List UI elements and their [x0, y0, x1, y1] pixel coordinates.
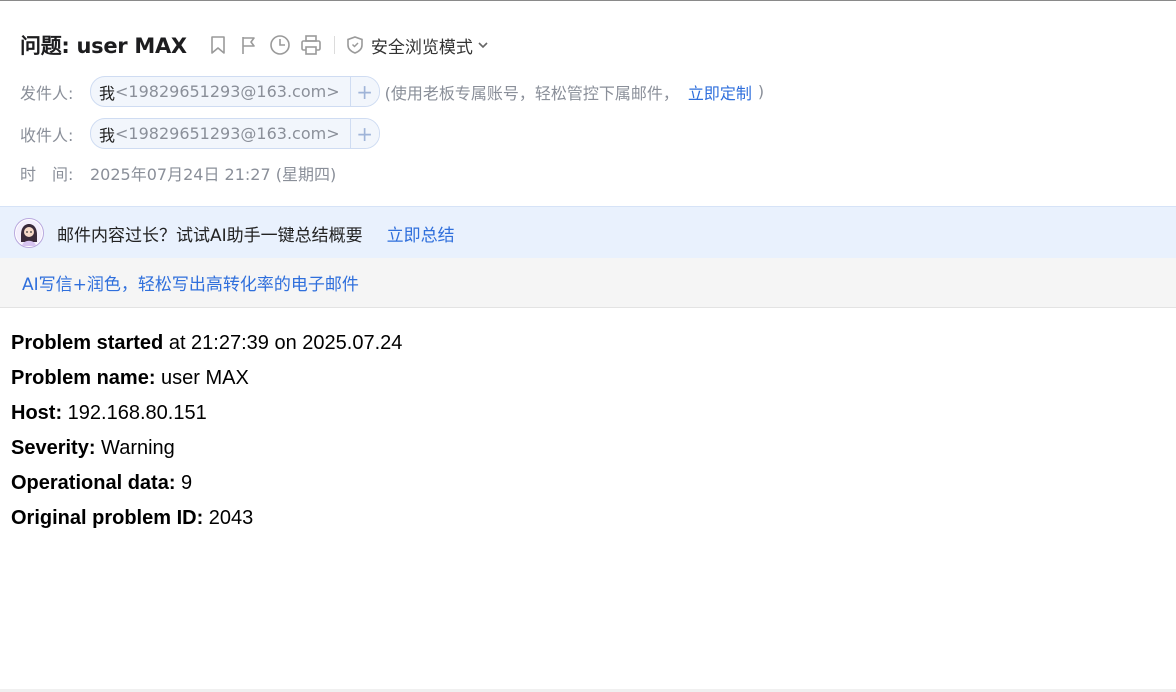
ai-writer-bar: AI写信+润色，轻松写出高转化率的电子邮件	[0, 258, 1176, 308]
clock-icon[interactable]	[269, 34, 291, 56]
sender-chip: 我 <19829651293@163.com> +	[90, 76, 380, 107]
body-line-problem-name: Problem name: user MAX	[11, 363, 402, 398]
subject-row: 问题: user MAX 安全浏览模式	[20, 29, 489, 61]
sender-address: <19829651293@163.com>	[115, 82, 340, 101]
ai-summary-prompt: 邮件内容过长？试试AI助手一键总结概要	[57, 225, 363, 246]
promo-close-paren: )	[757, 82, 765, 101]
field-value: user MAX	[155, 367, 249, 389]
print-icon[interactable]	[300, 34, 322, 56]
field-value: 192.168.80.151	[62, 402, 207, 424]
safe-browse-mode-dropdown[interactable]: 安全浏览模式	[345, 33, 489, 58]
ai-writer-link[interactable]: AI写信+润色，轻松写出高转化率的电子邮件	[22, 270, 359, 295]
field-label: Severity:	[11, 437, 96, 459]
field-label: Problem started	[11, 332, 164, 354]
boss-account-promo: (使用老板专属账号，轻松管控下属邮件，	[384, 83, 679, 103]
ai-assistant-avatar-icon	[14, 218, 44, 248]
toolbar-divider	[333, 36, 335, 54]
shield-icon	[345, 35, 365, 55]
recipient-row: 收件人: 我 <19829651293@163.com> +	[20, 118, 380, 149]
mail-subject: 问题: user MAX	[20, 30, 187, 60]
field-label: Operational data:	[11, 472, 176, 494]
customize-now-link[interactable]: 立即定制	[688, 80, 752, 104]
mail-header: 问题: user MAX 安全浏览模式 发件人: 我 <19829651293@…	[0, 1, 1176, 206]
field-value: at 21:27:39 on 2025.07.24	[163, 332, 403, 354]
recipient-contact[interactable]: 我 <19829651293@163.com>	[91, 119, 350, 148]
chevron-down-icon	[477, 39, 489, 51]
body-line-host: Host: 192.168.80.151	[11, 398, 402, 433]
sender-row: 发件人: 我 <19829651293@163.com> + (使用老板专属账号…	[20, 76, 764, 107]
field-value: 9	[175, 472, 193, 494]
subject-prefix: 问题:	[20, 34, 77, 58]
sender-contact[interactable]: 我 <19829651293@163.com>	[91, 77, 350, 106]
body-line-original-problem-id: Original problem ID: 2043	[11, 503, 402, 538]
recipient-address: <19829651293@163.com>	[115, 124, 340, 143]
bookmark-icon[interactable]	[207, 34, 229, 56]
mail-body: Problem started at 21:27:39 on 2025.07.2…	[11, 328, 402, 538]
add-sender-contact-button[interactable]: +	[349, 77, 379, 106]
field-value: 2043	[203, 507, 254, 529]
time-value: 2025年07月24日 21:27 (星期四)	[90, 165, 337, 184]
flag-icon[interactable]	[238, 34, 260, 56]
field-label: Original problem ID:	[11, 507, 204, 529]
sender-name: 我	[99, 83, 116, 103]
time-row: 时 间: 2025年07月24日 21:27 (星期四)	[20, 161, 336, 185]
ai-summary-bar: 邮件内容过长？试试AI助手一键总结概要 立即总结	[0, 206, 1176, 259]
body-line-severity: Severity: Warning	[11, 433, 402, 468]
summarize-now-link[interactable]: 立即总结	[387, 221, 455, 246]
field-value: Warning	[95, 437, 175, 459]
subject-title: user MAX	[76, 34, 188, 58]
field-label: Problem name:	[11, 367, 156, 389]
subject-toolbar	[207, 34, 322, 56]
body-line-operational-data: Operational data: 9	[11, 468, 402, 503]
recipient-label: 收件人:	[20, 125, 74, 145]
add-recipient-contact-button[interactable]: +	[349, 119, 379, 148]
safe-mode-label: 安全浏览模式	[370, 37, 473, 58]
time-label: 时 间:	[20, 165, 74, 184]
recipient-chip: 我 <19829651293@163.com> +	[90, 118, 380, 149]
field-label: Host:	[11, 402, 63, 424]
recipient-name: 我	[99, 125, 116, 145]
sender-label: 发件人:	[20, 83, 74, 103]
body-line-problem-started: Problem started at 21:27:39 on 2025.07.2…	[11, 328, 402, 363]
